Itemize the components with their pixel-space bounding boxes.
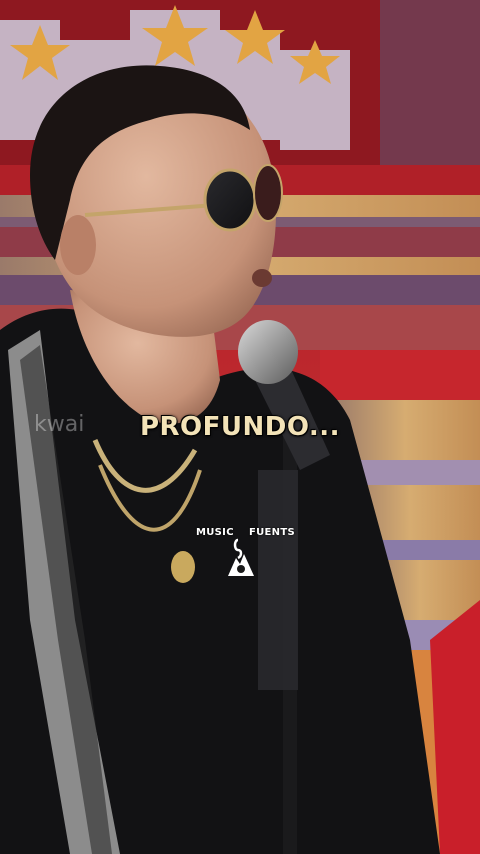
watermark-logo-icon [228,538,254,576]
video-frame[interactable]: kwai PROFUNDO... MUSIC FUENTS [0,0,480,854]
subtitle-caption: PROFUNDO... [139,412,341,442]
